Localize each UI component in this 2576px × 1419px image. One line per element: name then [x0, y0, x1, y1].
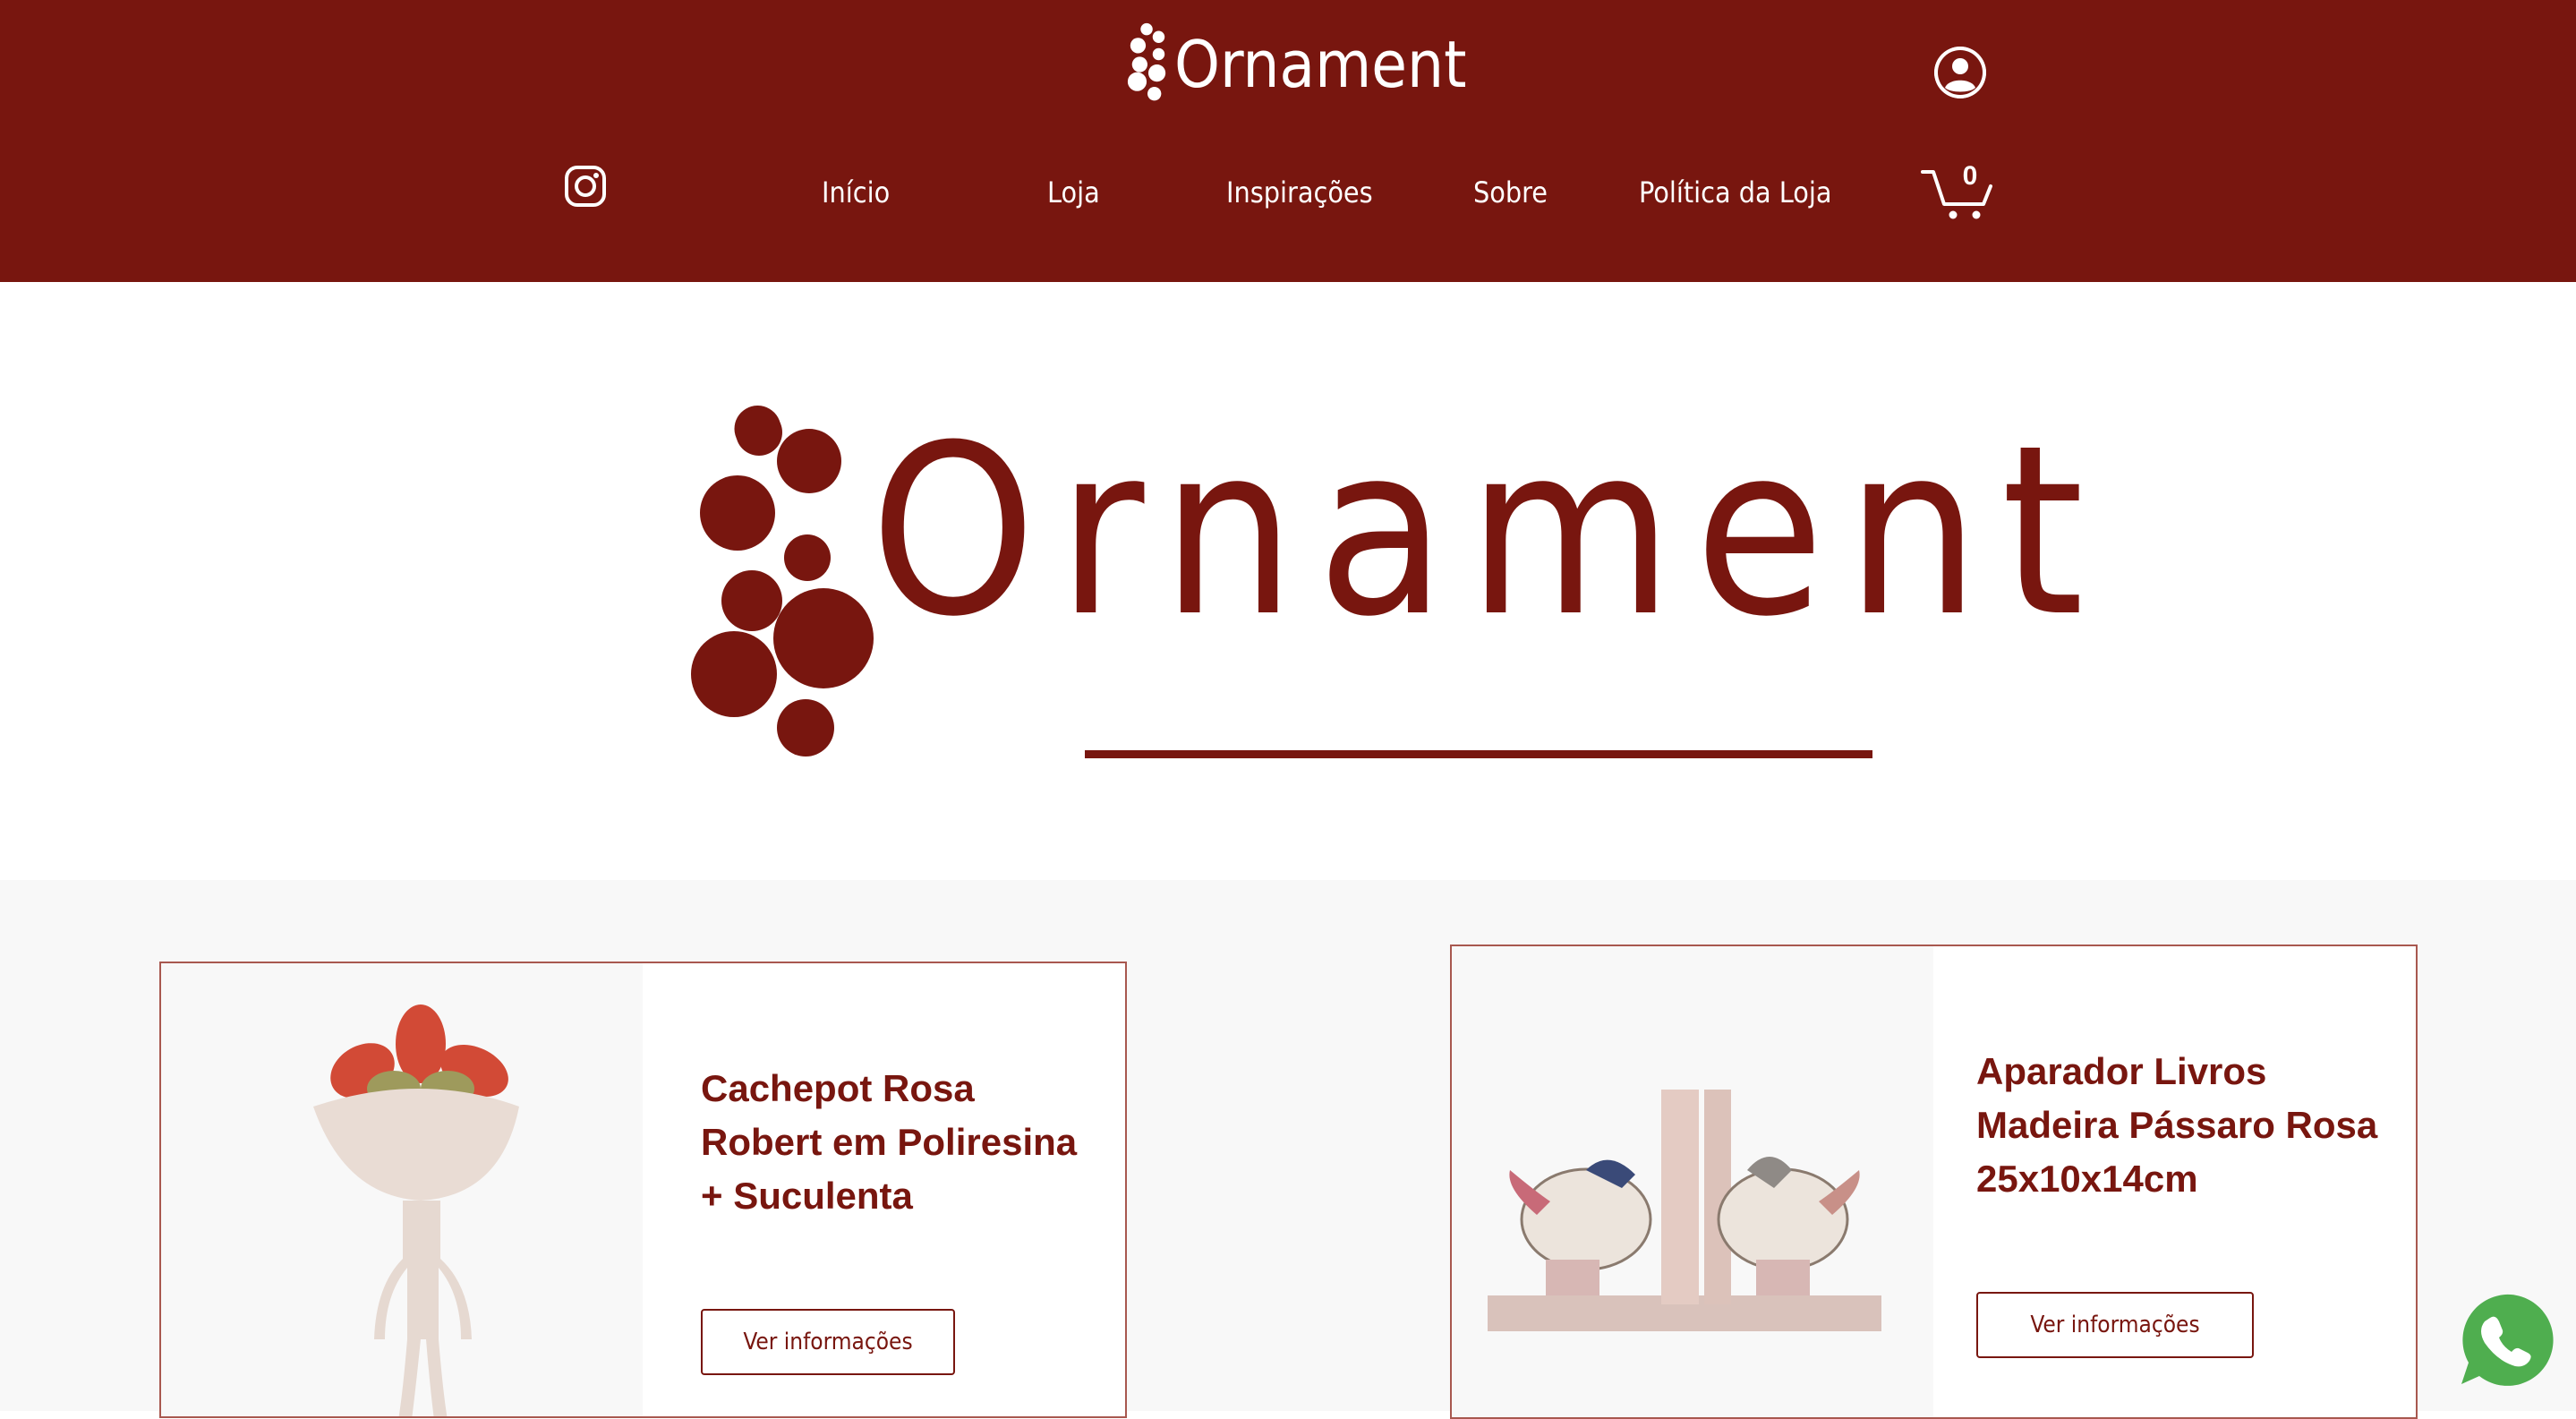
cart-button[interactable]: 0	[1921, 161, 1994, 224]
logo-leaf-icon	[691, 406, 874, 757]
brand-name: Ornament	[1174, 27, 1467, 102]
product-image	[1452, 946, 1933, 1417]
main-nav: Início Loja Inspirações Sobre Política d…	[0, 166, 2576, 219]
product-section: Cachepot Rosa Robert em Poliresina + Suc…	[0, 880, 2576, 1419]
hero-logo: Ornament	[691, 406, 2084, 764]
cart-count: 0	[1962, 161, 1978, 191]
hero-logo-text: Ornament	[870, 395, 2106, 668]
hero-divider	[1085, 750, 1872, 758]
nav-item-inicio[interactable]: Início	[822, 166, 890, 219]
account-icon[interactable]	[1934, 47, 1986, 98]
logo-leaf-icon	[1127, 22, 1166, 101]
nav-item-loja[interactable]: Loja	[1047, 166, 1100, 219]
hero-banner: Ornament	[0, 282, 2576, 880]
product-card[interactable]: Cachepot Rosa Robert em Poliresina + Suc…	[159, 962, 1127, 1418]
product-image	[161, 963, 643, 1416]
product-card[interactable]: Aparador Livros Madeira Pássaro Rosa 25x…	[1450, 945, 2418, 1419]
product-title: Cachepot Rosa Robert em Poliresina + Suc…	[701, 1067, 1078, 1217]
site-header: Ornament Início Loja Inspirações Sobre P…	[0, 0, 2576, 282]
bird-bookend-image	[1488, 1090, 1881, 1331]
view-info-button[interactable]: Ver informações	[701, 1309, 955, 1375]
nav-item-inspiracoes[interactable]: Inspirações	[1226, 166, 1373, 219]
nav-item-sobre[interactable]: Sobre	[1473, 166, 1548, 219]
cachepot-image	[313, 1004, 519, 1416]
product-title: Aparador Livros Madeira Pássaro Rosa 25x…	[1976, 1050, 2378, 1200]
whatsapp-icon[interactable]	[2456, 1291, 2555, 1389]
header-logo[interactable]: Ornament	[1126, 20, 1467, 109]
view-info-button[interactable]: Ver informações	[1976, 1292, 2254, 1358]
nav-item-politica[interactable]: Política da Loja	[1639, 166, 1832, 219]
